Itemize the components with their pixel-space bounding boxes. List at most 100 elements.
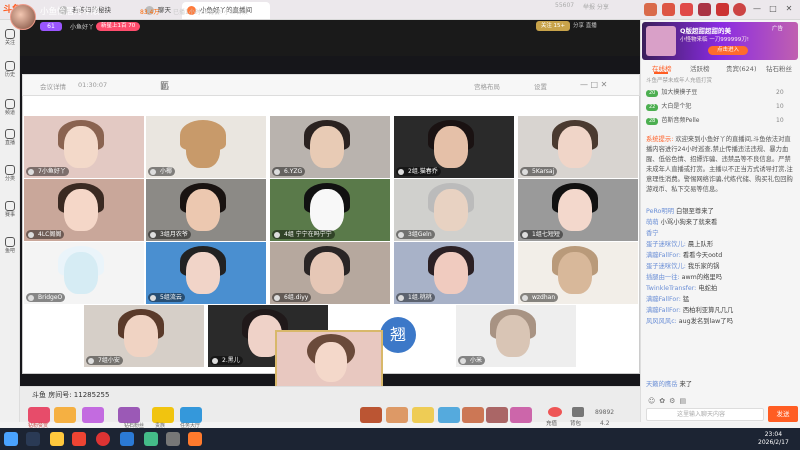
chat-input[interactable]: 这里输入聊天内容 bbox=[646, 408, 764, 421]
participant-tile[interactable]: 6组.diyy bbox=[270, 242, 390, 304]
participant-tile[interactable]: 7小鱼好丫 bbox=[24, 116, 144, 178]
chat-message[interactable]: 插腿由一往: awm的络里吗 bbox=[646, 273, 796, 282]
participant-tile[interactable]: wzdhan bbox=[518, 242, 638, 304]
follow-button[interactable]: 关注 15+ bbox=[536, 21, 570, 31]
chat-username[interactable]: 满蹦FallFor: bbox=[646, 307, 681, 314]
participant-tile[interactable]: 2组.猫春乔 bbox=[394, 116, 514, 178]
streamer-nickname[interactable]: 小鱼好丫 bbox=[70, 22, 94, 31]
participant-tile[interactable]: 5组流云 bbox=[146, 242, 266, 304]
chat-username[interactable]: 蛋子迷咪饮儿: bbox=[646, 241, 686, 248]
nav-history[interactable]: 历史 bbox=[0, 56, 20, 86]
windows-start-icon[interactable] bbox=[4, 432, 18, 446]
meeting-window-controls[interactable]: — □ ✕ bbox=[580, 80, 607, 89]
gift-slot-icon[interactable] bbox=[438, 407, 460, 423]
gift-slot-icon[interactable] bbox=[462, 407, 484, 423]
chat-username[interactable]: 满蹦FallFor: bbox=[646, 252, 681, 259]
chat-username[interactable]: 插腿由一往: bbox=[646, 274, 680, 281]
nav-match[interactable]: 赛事 bbox=[0, 196, 20, 226]
gift-slot-icon[interactable] bbox=[510, 407, 532, 423]
rank-badge[interactable]: 新星上1百 70 bbox=[96, 22, 141, 31]
share-button[interactable]: 分享 直播 bbox=[573, 21, 617, 31]
chrome-icon[interactable] bbox=[96, 432, 110, 446]
fishball-icon[interactable] bbox=[54, 407, 76, 423]
gift-slot-icon[interactable] bbox=[386, 407, 408, 423]
chat-message[interactable]: 蛋子迷咪饮儿: 晨上队形 bbox=[646, 240, 796, 249]
notification-icon[interactable] bbox=[680, 3, 693, 16]
user-avatar-icon[interactable] bbox=[733, 3, 746, 16]
streamer-avatar[interactable] bbox=[10, 4, 36, 30]
layout-button[interactable]: 宫格布局 bbox=[474, 81, 500, 91]
maximize-button[interactable]: □ bbox=[766, 2, 780, 16]
recharge-label[interactable]: 充值 bbox=[546, 419, 557, 427]
participant-tile[interactable]: 3组月农爷 bbox=[146, 179, 266, 241]
participant-tile[interactable]: 6.YZG bbox=[270, 116, 390, 178]
chat-tools-icons[interactable]: ☺✿⚙▤ bbox=[648, 397, 796, 405]
app-icon[interactable] bbox=[166, 432, 180, 446]
chat-message[interactable]: PeRo明明 白银至尊来了 bbox=[646, 207, 796, 216]
backpack-label[interactable]: 背包 bbox=[570, 419, 581, 427]
tab-active-rank[interactable]: 活跃榜 bbox=[690, 63, 710, 73]
tab-vip[interactable]: 贵宾(624) bbox=[726, 63, 756, 73]
participant-tile[interactable]: BridgeO bbox=[24, 242, 144, 304]
chat-message[interactable]: 萌萌 小骂小狗来了就来看 bbox=[646, 218, 796, 227]
participant-tile[interactable]: 小椰 bbox=[146, 116, 266, 178]
chat-message[interactable]: 满蹦FallFor: 看看今天ootd bbox=[646, 251, 796, 260]
participant-tile[interactable]: 1组.桃桃 bbox=[394, 242, 514, 304]
ad-enter-button[interactable]: 点击进入 bbox=[708, 46, 748, 55]
folder-icon[interactable] bbox=[50, 432, 64, 446]
participant-tile[interactable]: 5Karsaj bbox=[518, 116, 638, 178]
chat-message[interactable]: 蛋子迷咪饮儿: 我乐家的锅 bbox=[646, 262, 796, 271]
message-icon[interactable] bbox=[662, 3, 675, 16]
app-icon[interactable] bbox=[120, 432, 134, 446]
rank-row[interactable]: 28 芭斯音频Pelle 10 bbox=[646, 116, 784, 126]
picture-in-picture-video[interactable] bbox=[275, 330, 383, 388]
participant-tile[interactable]: 4组 宁宁在吗宁宁 bbox=[270, 179, 390, 241]
recharge-icon[interactable] bbox=[548, 407, 562, 417]
nav-channel[interactable]: 频道 bbox=[0, 94, 20, 124]
gift-slot-icon[interactable] bbox=[486, 407, 508, 423]
participant-tile[interactable]: 4LC阁阁 bbox=[24, 179, 144, 241]
minimize-button[interactable]: — bbox=[750, 2, 764, 16]
participant-tile[interactable]: 3组Geln bbox=[394, 179, 514, 241]
history-icon[interactable] bbox=[716, 3, 729, 16]
rank-row[interactable]: 20 加大摸摸子豆 20 bbox=[646, 88, 784, 98]
fan-badge-icon[interactable] bbox=[82, 407, 104, 423]
chat-username[interactable]: 风风风风c: bbox=[646, 318, 677, 325]
settings-button[interactable]: 设置 bbox=[534, 81, 547, 91]
gift-icon[interactable] bbox=[644, 3, 657, 16]
report-share[interactable]: 举报 分享 bbox=[583, 2, 609, 11]
chat-username[interactable]: 天籁的鹰岳 bbox=[646, 381, 677, 388]
chat-message[interactable]: 风风风风c: aug发名到law了吗 bbox=[646, 317, 796, 326]
task-hall-icon[interactable] bbox=[180, 407, 202, 423]
send-button[interactable]: 发送 bbox=[768, 406, 798, 422]
nav-live[interactable]: 直播 bbox=[0, 124, 20, 154]
participant-tile[interactable]: 1组七短短 bbox=[518, 179, 638, 241]
chat-message[interactable]: 天籁的鹰岳 来了 bbox=[646, 380, 796, 389]
douyu-app-icon[interactable] bbox=[188, 432, 202, 446]
diamond-fans-icon[interactable] bbox=[118, 407, 140, 423]
close-button[interactable]: ✕ bbox=[782, 2, 796, 16]
download-icon[interactable] bbox=[698, 3, 711, 16]
chat-username[interactable]: 香宁 bbox=[646, 230, 659, 237]
rank-row[interactable]: 22 大白是个犯 10 bbox=[646, 102, 784, 112]
chat-username[interactable]: PeRo明明 bbox=[646, 208, 674, 215]
noble-icon[interactable] bbox=[152, 407, 174, 423]
chat-message[interactable]: 满蹦FallFor: 猛 bbox=[646, 295, 796, 304]
nav-fishbar[interactable]: 鱼吧 bbox=[0, 232, 20, 262]
steam-icon[interactable] bbox=[26, 432, 40, 446]
chat-message[interactable]: TwinkleTransfer: 电蛇拍 bbox=[646, 284, 796, 293]
tab-diamond-fans[interactable]: 钻石粉丝 bbox=[766, 63, 792, 73]
chat-username[interactable]: 蛋子迷咪饮儿: bbox=[646, 263, 686, 270]
app-icon[interactable] bbox=[72, 432, 86, 446]
app-icon[interactable] bbox=[144, 432, 158, 446]
backpack-icon[interactable] bbox=[572, 407, 584, 417]
gift-slot-icon[interactable] bbox=[360, 407, 382, 423]
gift-slot-icon[interactable] bbox=[412, 407, 434, 423]
chat-username[interactable]: 满蹦FallFor: bbox=[646, 296, 681, 303]
chat-message[interactable]: 满蹦FallFor: 西柏利亚算凡几几 bbox=[646, 306, 796, 315]
chat-username[interactable]: TwinkleTransfer: bbox=[646, 285, 696, 292]
chat-message[interactable]: 香宁 bbox=[646, 229, 796, 238]
diamond-gift-icon[interactable] bbox=[28, 407, 50, 423]
chat-username[interactable]: 萌萌 bbox=[646, 219, 659, 226]
participant-tile[interactable]: 小米 bbox=[456, 305, 576, 367]
